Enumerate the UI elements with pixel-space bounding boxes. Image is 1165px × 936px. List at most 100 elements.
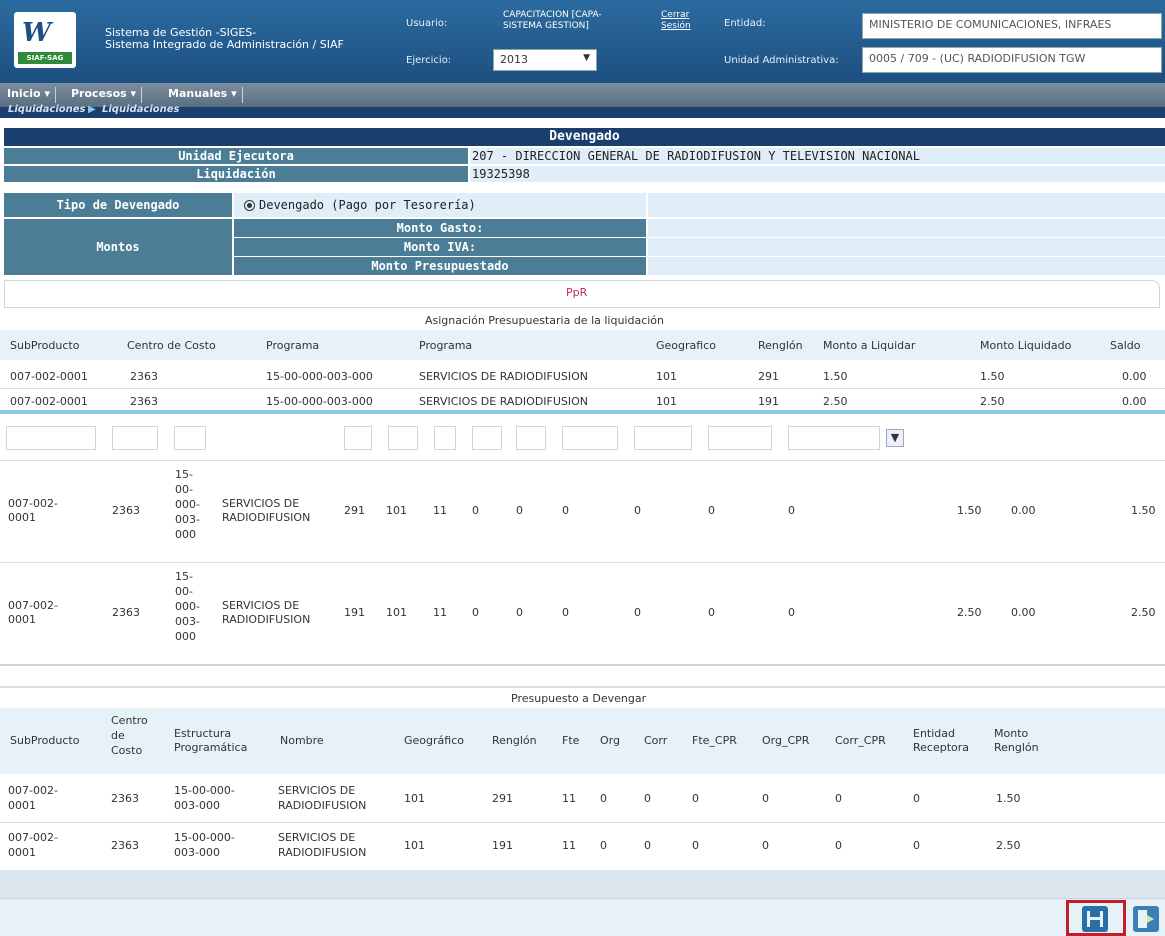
ppr-tab[interactable]: PpR <box>566 286 587 299</box>
cell-renglon: 291 <box>344 504 365 517</box>
unidad-ejecutora-label: Unidad Ejecutora <box>4 148 468 164</box>
usuario-value-line1: CAPACITACION [CAPA- <box>503 10 602 20</box>
cell-corr-cpr: 0 <box>835 792 842 805</box>
col-centro-line: Costo <box>111 744 143 757</box>
menu-manuales-label: Manuales <box>168 87 228 100</box>
unidad-label: Unidad Administrativa: <box>724 55 839 66</box>
filter-input[interactable] <box>344 426 372 450</box>
unidad-field[interactable]: 0005 / 709 - (UC) RADIODIFUSION TGW <box>862 47 1162 73</box>
col-monto-line: Renglón <box>994 741 1039 754</box>
usuario-label: Usuario: <box>406 18 448 29</box>
cell-geo: 101 <box>386 606 407 619</box>
cell-sub-b: 0001 <box>8 846 36 859</box>
cell-org-cpr: 0 <box>762 792 769 805</box>
row-divider <box>0 664 1165 666</box>
breadcrumb-item-1[interactable]: Liquidaciones <box>8 104 86 115</box>
usuario-value: CAPACITACION [CAPA- SISTEMA GESTION] <box>503 10 602 32</box>
presupuesto-row[interactable]: 007-002- 0001 2363 15-00-000- 003-000 SE… <box>0 776 1165 820</box>
breadcrumb-item-2[interactable]: Liquidaciones <box>102 104 180 115</box>
cell-c5: 0 <box>516 504 523 517</box>
cell-subproducto: 007-002- 0001 <box>8 497 58 525</box>
col-monto-liquidado[interactable]: Monto Liquidado <box>980 339 1071 352</box>
cell-c8: 0 <box>708 504 715 517</box>
ejercicio-select[interactable]: 2013 ▼ <box>493 49 597 71</box>
detalle-row[interactable]: 007-002- 0001 2363 15- 00- 000- 003- 000… <box>0 461 1165 561</box>
save-icon[interactable] <box>1082 906 1108 932</box>
filter-input[interactable] <box>708 426 772 450</box>
filter-input[interactable] <box>434 426 456 450</box>
col-programa-nombre[interactable]: Programa <box>419 339 472 352</box>
col-org-cpr[interactable]: Org_CPR <box>762 734 809 747</box>
col-centro-costo[interactable]: Centro de Costo <box>127 339 216 352</box>
col-programa[interactable]: Programa <box>266 339 319 352</box>
cerrar-line1: Cerrar <box>661 10 690 20</box>
filter-icon[interactable]: ▼ <box>886 429 904 447</box>
col-monto-line: Monto <box>994 727 1029 740</box>
cell-est-a: 15-00-000- <box>174 784 235 797</box>
cell-renglon: 191 <box>344 606 365 619</box>
filter-input[interactable] <box>112 426 158 450</box>
prog-part: 15- <box>175 570 193 583</box>
cell-c6: 0 <box>562 504 569 517</box>
tipo-devengado-option[interactable]: Devengado (Pago por Tesorería) <box>234 193 646 217</box>
detalle-row[interactable]: 007-002- 0001 2363 15- 00- 000- 003- 000… <box>0 563 1165 663</box>
filter-input[interactable] <box>516 426 546 450</box>
col-monto-renglon[interactable]: Monto Renglón <box>994 727 1039 755</box>
menu-procesos[interactable]: Procesos ▾ <box>66 87 143 103</box>
cell-c4: 0 <box>472 606 479 619</box>
filter-input[interactable] <box>562 426 618 450</box>
col-monto-liquidar[interactable]: Monto a Liquidar <box>823 339 915 352</box>
menu-manuales[interactable]: Manuales ▾ <box>163 87 243 103</box>
presupuesto-row[interactable]: 007-002- 0001 2363 15-00-000- 003-000 SE… <box>0 824 1165 868</box>
menu-inicio[interactable]: Inicio ▾ <box>2 87 56 103</box>
filter-input[interactable] <box>472 426 502 450</box>
cell-corr: 0 <box>644 839 651 852</box>
col-subproducto[interactable]: SubProducto <box>10 734 79 747</box>
col-subproducto[interactable]: SubProducto <box>10 339 79 352</box>
prog-part: 15- <box>175 468 193 481</box>
menu-procesos-label: Procesos <box>71 87 127 100</box>
filter-input[interactable] <box>788 426 880 450</box>
col-org[interactable]: Org <box>600 734 620 747</box>
cell-nombre-a: SERVICIOS DE <box>222 599 300 612</box>
cell-c4: 0 <box>472 504 479 517</box>
filter-input[interactable] <box>634 426 692 450</box>
col-entidad-receptora[interactable]: Entidad Receptora <box>913 727 969 755</box>
filter-input[interactable] <box>388 426 418 450</box>
filter-input[interactable] <box>6 426 96 450</box>
col-fte-cpr[interactable]: Fte_CPR <box>692 734 737 747</box>
cell-subproducto: 007-002-0001 <box>10 395 88 408</box>
cerrar-sesion-link[interactable]: Cerrar Sesión <box>661 10 691 32</box>
cell-c5: 0 <box>516 606 523 619</box>
montos-label: Montos <box>4 219 232 275</box>
col-geografico[interactable]: Geografico <box>656 339 716 352</box>
liquidacion-label: Liquidación <box>4 166 468 182</box>
col-corr[interactable]: Corr <box>644 734 667 747</box>
cell-programa-nombre: SERVICIOS DE RADIODIFUSION <box>419 370 589 383</box>
col-renglon[interactable]: Renglón <box>758 339 803 352</box>
cell-c8: 0 <box>708 606 715 619</box>
prog-part: 000- <box>175 600 200 613</box>
exit-icon[interactable] <box>1133 906 1159 932</box>
entidad-field[interactable]: MINISTERIO DE COMUNICACIONES, INFRAES <box>862 13 1162 39</box>
cell-corr: 0 <box>644 792 651 805</box>
cell-saldo: 0.00 <box>1122 370 1147 383</box>
col-renglon[interactable]: Renglón <box>492 734 537 747</box>
cell-geo: 101 <box>404 792 425 805</box>
cell-programa: 15- 00- 000- 003- 000 <box>175 569 200 644</box>
scroll-divider <box>0 410 1165 414</box>
radio-selected-icon[interactable] <box>244 200 255 211</box>
col-geografico[interactable]: Geográfico <box>404 734 464 747</box>
col-centro-costo[interactable]: Centro de Costo <box>111 713 148 758</box>
filter-input[interactable] <box>174 426 206 450</box>
col-corr-cpr[interactable]: Corr_CPR <box>835 734 886 747</box>
col-nombre[interactable]: Nombre <box>280 734 324 747</box>
col-fte[interactable]: Fte <box>562 734 579 747</box>
cell-corr-cpr: 0 <box>835 839 842 852</box>
cell-subproducto: 007-002- 0001 <box>8 599 58 627</box>
col-saldo[interactable]: Saldo <box>1110 339 1141 352</box>
cell-est-b: 003-000 <box>174 799 220 812</box>
col-estructura[interactable]: Estructura Programática <box>174 727 247 755</box>
monto-presupuestado-label: Monto Presupuestado <box>234 257 646 275</box>
chevron-down-icon: ▼ <box>583 53 590 63</box>
